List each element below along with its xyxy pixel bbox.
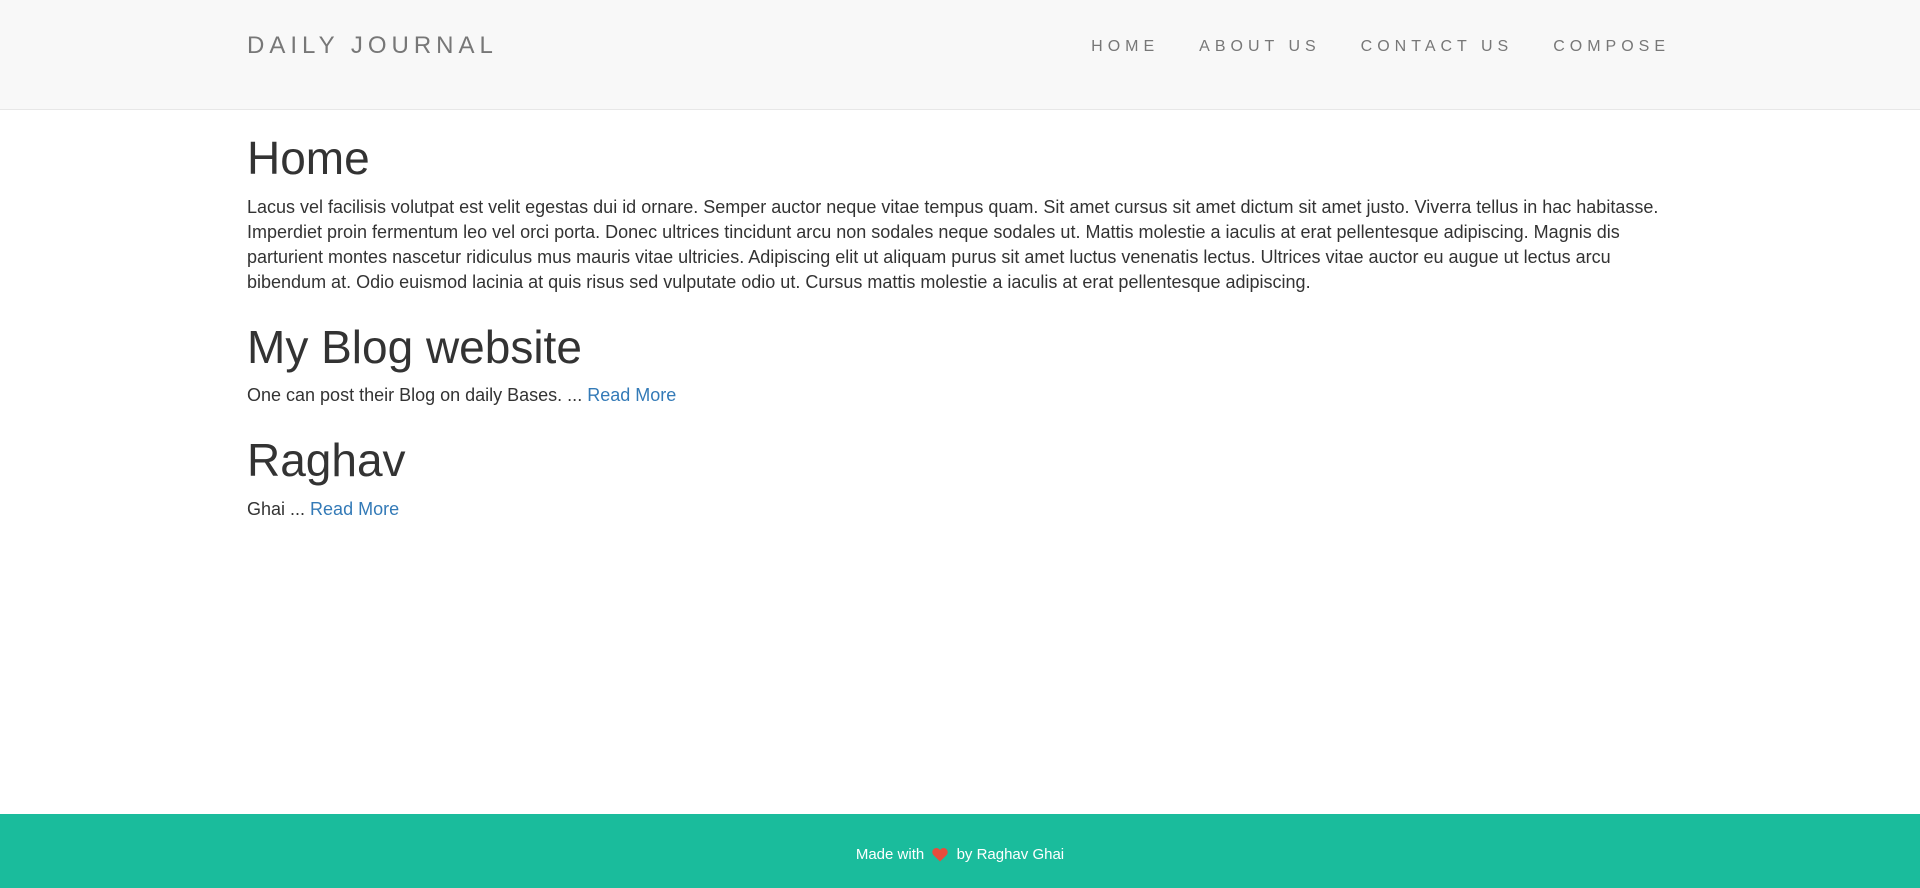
footer-prefix: Made with xyxy=(855,846,925,863)
nav-compose-link[interactable]: COMPOSE xyxy=(1553,38,1670,56)
footer-suffix: by Raghav Ghai xyxy=(956,846,1065,863)
post-title: Raghav xyxy=(247,434,406,487)
nav-home-link[interactable]: HOME xyxy=(1091,38,1159,56)
home-intro-text: Lacus vel facilisis volutpat est velit e… xyxy=(247,196,1659,292)
post-item: My Blog website One can post their Blog … xyxy=(247,320,1673,409)
footer: Made with by Raghav Ghai xyxy=(0,814,1920,888)
post-excerpt: Ghai ... xyxy=(247,498,306,519)
page-title: Home xyxy=(247,132,370,184)
read-more-link[interactable]: Read More xyxy=(310,499,399,519)
nav-menu: HOME ABOUT US CONTACT US COMPOSE xyxy=(1051,38,1670,56)
nav-contact-link[interactable]: CONTACT US xyxy=(1361,38,1514,56)
navbar: DAILY JOURNAL HOME ABOUT US CONTACT US C… xyxy=(0,0,1920,110)
post-title: My Blog website xyxy=(247,320,582,373)
post-excerpt: One can post their Blog on daily Bases. … xyxy=(247,385,583,406)
nav-about-link[interactable]: ABOUT US xyxy=(1199,38,1321,56)
post-excerpt-container: Ghai ... Read More xyxy=(247,497,1673,522)
post-excerpt-container: One can post their Blog on daily Bases. … xyxy=(247,383,1673,408)
read-more-link[interactable]: Read More xyxy=(587,385,676,405)
post-item: Raghav Ghai ... Read More xyxy=(247,435,1673,522)
heart-icon xyxy=(932,847,949,866)
main-content: Home Lacus vel facilisis volutpat est ve… xyxy=(247,110,1673,534)
brand-logo-link[interactable]: DAILY JOURNAL xyxy=(247,32,498,60)
